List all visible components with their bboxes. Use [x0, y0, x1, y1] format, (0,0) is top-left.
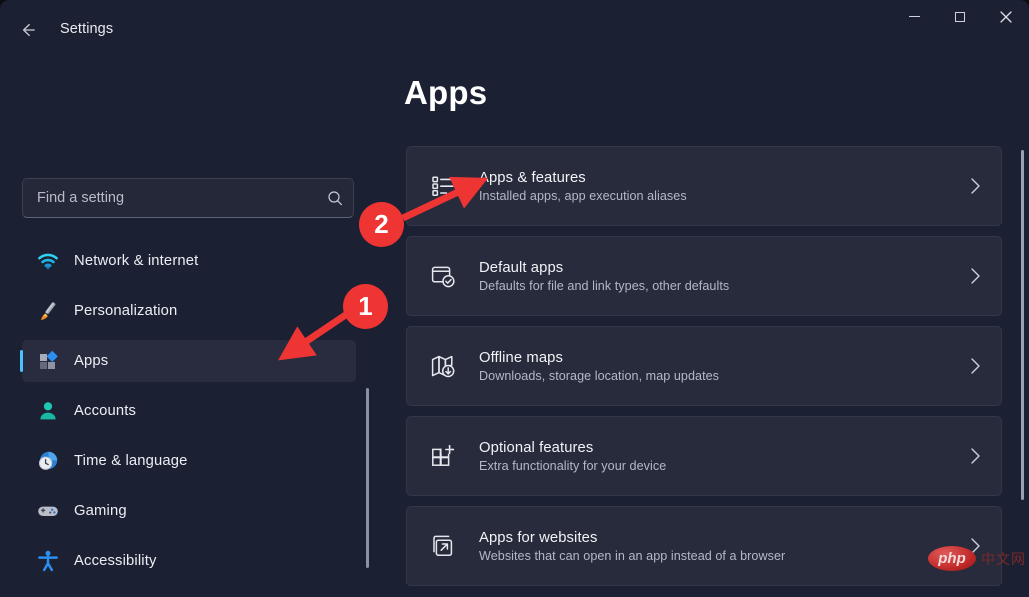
watermark-php-logo: php — [928, 546, 976, 571]
back-arrow-icon — [22, 23, 35, 37]
grid-plus-icon — [407, 443, 479, 469]
sidebar-item-personalization[interactable]: Personalization — [22, 290, 356, 332]
sidebar-item-time-language[interactable]: Time & language — [22, 440, 356, 482]
sidebar-scrollbar[interactable] — [366, 388, 369, 568]
annotation-badge-2: 2 — [359, 202, 404, 247]
sidebar-item-label: Apps — [74, 353, 109, 369]
minimize-button[interactable] — [891, 0, 937, 33]
chevron-right-icon — [949, 447, 1001, 465]
card-optional-features[interactable]: Optional features Extra functionality fo… — [406, 416, 1002, 496]
wifi-icon — [22, 240, 74, 282]
sidebar-item-label: Accessibility — [74, 553, 157, 569]
card-apps-for-websites[interactable]: Apps for websites Websites that can open… — [406, 506, 1002, 586]
watermark-text: 中文网 — [981, 550, 1026, 567]
sidebar-item-label: Network & internet — [74, 253, 199, 269]
sidebar-item-accounts[interactable]: Accounts — [22, 390, 356, 432]
main-content: Apps Apps & features Installed apps, app… — [388, 62, 1029, 597]
sidebar-item-label: Personalization — [74, 303, 178, 319]
external-link-icon — [407, 533, 479, 559]
paintbrush-icon — [22, 290, 74, 332]
back-button[interactable] — [8, 12, 48, 48]
sidebar: Network & internet Personalization — [0, 62, 388, 597]
sidebar-item-gaming[interactable]: Gaming — [22, 490, 356, 532]
sidebar-item-label: Accounts — [74, 403, 137, 419]
card-title: Apps & features — [479, 169, 586, 186]
card-offline-maps[interactable]: Offline maps Downloads, storage location… — [406, 326, 1002, 406]
search-icon[interactable] — [317, 190, 353, 207]
card-title: Apps for websites — [479, 529, 598, 546]
content-scrollbar[interactable] — [1021, 150, 1024, 500]
person-icon — [22, 390, 74, 432]
close-button[interactable] — [983, 0, 1029, 33]
card-subtitle: Installed apps, app execution aliases — [479, 188, 687, 203]
search-input[interactable] — [23, 190, 317, 206]
annotation-badge-1: 1 — [343, 284, 388, 329]
chevron-right-icon — [949, 177, 1001, 195]
card-text: Optional features Extra functionality fo… — [479, 440, 949, 473]
search-box[interactable] — [22, 178, 354, 218]
sidebar-item-label: Time & language — [74, 453, 188, 469]
sidebar-item-accessibility[interactable]: Accessibility — [22, 540, 356, 582]
accessibility-person-icon — [22, 540, 74, 582]
clock-globe-icon — [22, 440, 74, 482]
gamepad-icon — [22, 490, 74, 532]
card-subtitle: Defaults for file and link types, other … — [479, 278, 730, 293]
window-title: Settings — [60, 21, 114, 37]
apps-icon — [22, 340, 74, 382]
sidebar-nav: Network & internet Personalization Apps … — [20, 240, 356, 590]
settings-window: Settings Find a setting Network & intern… — [0, 0, 1029, 597]
card-default-apps[interactable]: Default apps Defaults for file and link … — [406, 236, 1002, 316]
card-apps-and-features[interactable]: Apps & features Installed apps, app exec… — [406, 146, 1002, 226]
close-icon — [1000, 10, 1012, 23]
magnifier-glyph — [327, 190, 342, 205]
card-text: Apps for websites Websites that can open… — [479, 530, 949, 563]
card-subtitle: Websites that can open in an app instead… — [479, 548, 786, 563]
card-subtitle: Extra functionality for your device — [479, 458, 667, 473]
maximize-button[interactable] — [937, 0, 983, 33]
card-title: Default apps — [479, 259, 564, 276]
watermark: php 中文网 — [928, 546, 1026, 571]
chevron-right-icon — [949, 357, 1001, 375]
window-controls — [891, 0, 1029, 33]
card-text: Apps & features Installed apps, app exec… — [479, 170, 949, 203]
list-icon — [407, 173, 479, 199]
card-text: Offline maps Downloads, storage location… — [479, 350, 949, 383]
card-subtitle: Downloads, storage location, map updates — [479, 368, 720, 383]
card-title: Offline maps — [479, 349, 563, 366]
settings-card-list: Apps & features Installed apps, app exec… — [406, 146, 1002, 596]
chevron-right-icon — [949, 267, 1001, 285]
sidebar-item-network-internet[interactable]: Network & internet — [22, 240, 356, 282]
sidebar-item-apps[interactable]: Apps — [20, 340, 356, 382]
card-title: Optional features — [479, 439, 594, 456]
window-check-icon — [407, 263, 479, 289]
page-title: Apps — [404, 74, 488, 111]
map-download-icon — [407, 353, 479, 379]
sidebar-item-label: Gaming — [74, 503, 127, 519]
card-text: Default apps Defaults for file and link … — [479, 260, 949, 293]
title-bar: Settings — [0, 0, 1029, 62]
